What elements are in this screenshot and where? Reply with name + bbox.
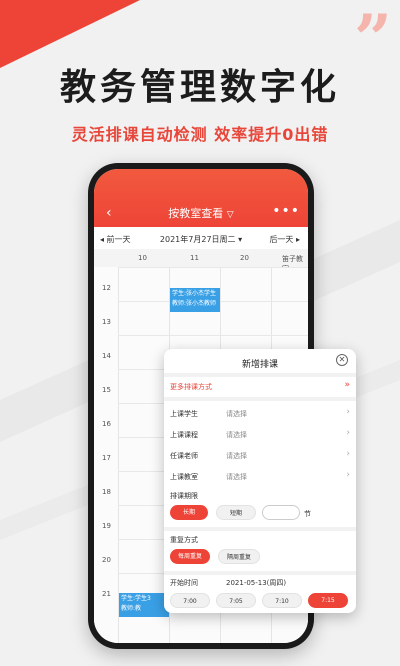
hour-label: 14 [102, 352, 111, 360]
field-label: 上课课程 [170, 431, 198, 439]
time-option[interactable]: 7:10 [262, 593, 302, 608]
room-column-label: 11 [190, 254, 199, 262]
repeat-label: 重复方式 [170, 536, 198, 544]
lesson-teacher: 教师:教 [121, 605, 142, 612]
hour-label: 12 [102, 284, 111, 292]
period-label: 排课期限 [170, 492, 198, 500]
lesson-slot[interactable]: 学生:学生3 教师:教 [119, 593, 169, 617]
grid-divider [118, 335, 308, 336]
new-schedule-sheet: 新增排课 ✕ 更多排课方式 » 上课学生 请选择 › 上课课程 请选择 › 任课… [164, 349, 356, 613]
view-mode-label: 按教室查看 [168, 207, 224, 220]
hour-label: 15 [102, 386, 111, 394]
room-column-label: 10 [138, 254, 147, 262]
repeat-biweekly-option[interactable]: 隔周重复 [218, 549, 260, 564]
hour-label: 18 [102, 488, 111, 496]
hour-label: 20 [102, 556, 111, 564]
hour-label: 16 [102, 420, 111, 428]
time-option[interactable]: 7:05 [216, 593, 256, 608]
lesson-teacher: 教师:张小杰教师 [172, 300, 217, 307]
divider [164, 397, 356, 401]
classroom-field[interactable]: 上课教室 请选择 › [164, 467, 356, 487]
lesson-count-input[interactable] [262, 505, 300, 520]
lesson-count-unit: 节 [304, 510, 311, 518]
next-day-button[interactable]: 后一天 ▸ [269, 234, 300, 245]
sheet-title: 新增排课 [241, 360, 278, 370]
field-label: 任课老师 [170, 452, 198, 460]
close-circle-icon[interactable]: ✕ [336, 354, 348, 366]
subline: 灵活排课自动检测 效率提升0出错 [71, 125, 329, 144]
time-option-selected[interactable]: 7:15 [308, 593, 348, 608]
course-field[interactable]: 上课课程 请选择 › [164, 425, 356, 445]
period-long-option[interactable]: 长期 [170, 505, 208, 520]
chevron-down-icon: ▽ [226, 210, 234, 220]
student-field[interactable]: 上课学生 请选择 › [164, 404, 356, 424]
lesson-student: 学生:学生3 [121, 595, 151, 602]
lesson-slot[interactable]: 学生:张小杰学生 教师:张小杰教师 [170, 288, 220, 312]
chevron-right-icon: › [346, 407, 350, 417]
field-label: 上课学生 [170, 410, 198, 418]
field-value: 请选择 [226, 410, 247, 418]
hour-label: 13 [102, 318, 111, 326]
grid-divider [118, 267, 308, 268]
chevron-right-icon: › [346, 470, 350, 480]
field-label: 上课教室 [170, 473, 198, 481]
double-chevron-icon[interactable]: » [344, 380, 350, 390]
time-option[interactable]: 7:00 [170, 593, 210, 608]
lesson-student: 学生:张小杰学生 [172, 290, 217, 297]
date-navigator: ◂ 前一天 2021年7月27日周二 ▾ 后一天 ▸ [94, 227, 308, 249]
grid-divider [118, 267, 119, 643]
repeat-weekly-option[interactable]: 每周重复 [170, 549, 210, 564]
headline: 教务管理数字化 [59, 67, 340, 108]
hour-label: 21 [102, 590, 111, 598]
app-header: ‹ 按教室查看 ▽ ••• [94, 169, 308, 227]
hour-label: 19 [102, 522, 111, 530]
field-value: 请选择 [226, 431, 247, 439]
period-short-option[interactable]: 短期 [216, 505, 256, 520]
field-value: 请选择 [226, 473, 247, 481]
start-date-value[interactable]: 2021-05-13(周四) [226, 578, 286, 588]
room-column-header: 10 11 20 笛子教室 [94, 249, 308, 273]
divider [164, 373, 356, 377]
hour-label: 17 [102, 454, 111, 462]
start-time-label: 开始时间 [170, 579, 198, 587]
chevron-right-icon: › [346, 428, 350, 438]
more-dots-icon[interactable]: ••• [272, 203, 300, 219]
teacher-field[interactable]: 任课老师 请选择 › [164, 446, 356, 466]
room-column-label: 20 [240, 254, 249, 262]
more-schedule-options-link[interactable]: 更多排课方式 [170, 382, 212, 392]
chevron-right-icon: › [346, 449, 350, 459]
divider [164, 571, 356, 575]
divider [164, 527, 356, 531]
field-value: 请选择 [226, 452, 247, 460]
